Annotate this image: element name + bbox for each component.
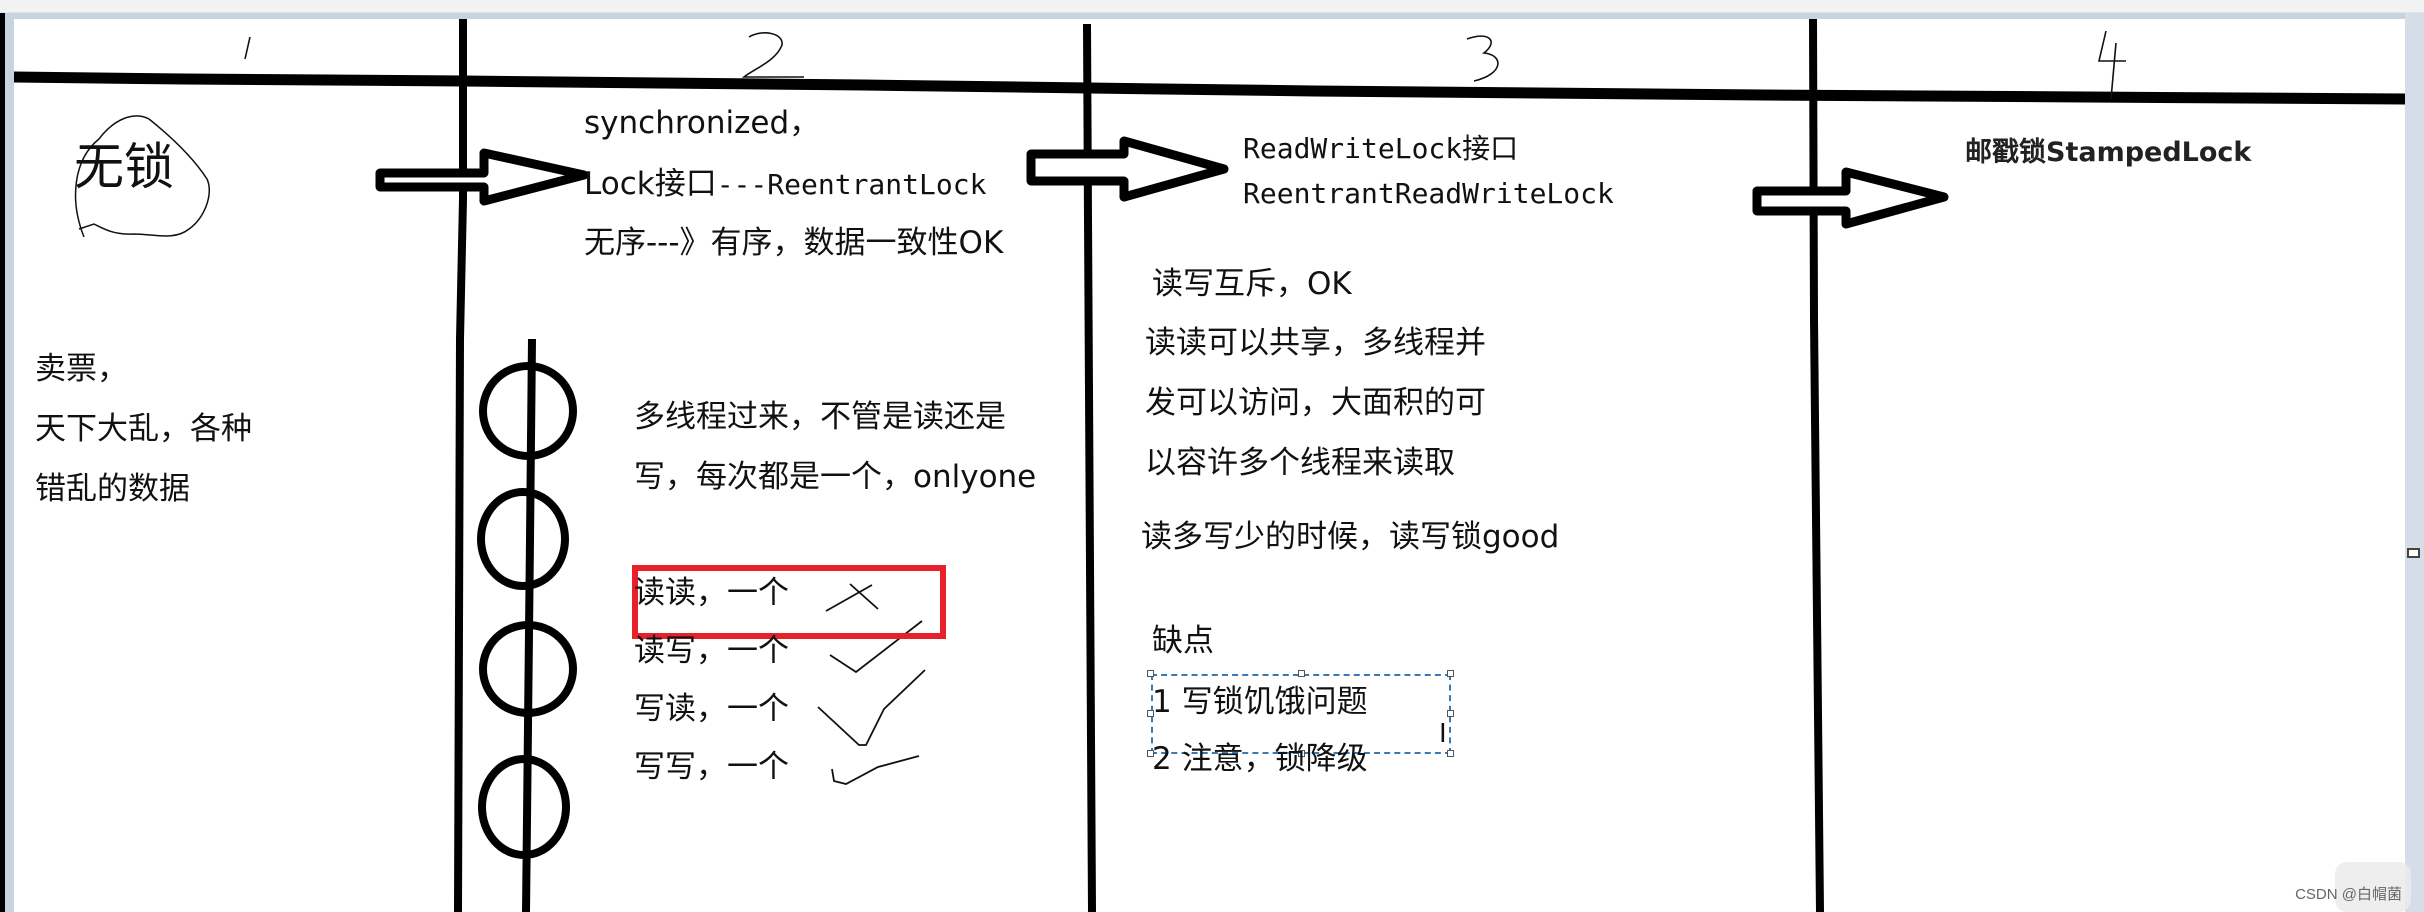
col2-header-line-3: 无序---》有序，数据一致性OK — [584, 225, 1004, 261]
selection-handle-mr[interactable] — [1447, 710, 1454, 717]
header-divider-line — [14, 71, 2405, 105]
col1-line-1: 卖票， — [35, 351, 128, 387]
col2-header-line-1: synchronized， — [584, 105, 821, 141]
col2-header-line-2: Lock接口---ReentrantLock — [584, 164, 986, 205]
left-edge — [0, 13, 5, 912]
check-mark-2 — [817, 669, 926, 746]
arrow-3-to-4 — [1752, 167, 1949, 229]
selection-handle-tc[interactable] — [1298, 670, 1305, 677]
arrow-2-to-3 — [1026, 136, 1229, 202]
arrow-1-to-2 — [375, 148, 589, 206]
lock-interface-label: Lock接口 — [584, 166, 717, 202]
text-cursor-icon: I — [1439, 719, 1447, 749]
col2-desc-line-2: 写，每次都是一个，onlyone — [634, 459, 1037, 495]
readwritelock-interface: ReadWriteLock接口 — [1243, 132, 1519, 165]
case-write-read: 写读，一个 — [634, 691, 789, 727]
canvas-resize-handle[interactable] — [2407, 548, 2420, 558]
check-mark-3 — [831, 755, 920, 785]
selection-handle-br[interactable] — [1447, 750, 1454, 757]
no-lock-title: 无锁 — [74, 138, 174, 196]
paint-canvas[interactable]: 1 2 3 4 无锁 卖票， 天下大乱，各种 错乱的数据 synchronize… — [14, 19, 2405, 912]
case-read-read: 读读，一个 — [634, 575, 789, 611]
column-divider-3 — [1809, 19, 1824, 912]
col3-desc-line-3: 发可以访问，大面积的可 — [1145, 385, 1486, 421]
col2-desc-line-1: 多线程过来，不管是读还是 — [634, 399, 1006, 435]
column-divider-1 — [454, 19, 467, 912]
reentrantlock-label: ---ReentrantLock — [716, 168, 987, 201]
thread-circle-2 — [477, 488, 569, 590]
cons-title: 缺点 — [1152, 623, 1214, 659]
con-item-1[interactable]: 1 写锁饥饿问题 — [1152, 682, 1368, 722]
col3-summary: 读多写少的时候，读写锁good — [1141, 519, 1560, 555]
vertical-scroll-area[interactable] — [2405, 13, 2424, 912]
col1-line-3: 错乱的数据 — [35, 471, 190, 507]
col1-line-2: 天下大乱，各种 — [35, 411, 252, 447]
title-bar-strip — [0, 0, 2424, 13]
col3-desc-line-4: 以容许多个线程来读取 — [1145, 445, 1455, 481]
case-write-write: 写写，一个 — [634, 749, 789, 785]
col3-desc-line-2: 读读可以共享，多线程并 — [1145, 325, 1486, 361]
stampedlock-title: 邮戳锁StampedLock — [1965, 137, 2252, 168]
selection-handle-tr[interactable] — [1447, 670, 1454, 677]
case-read-write: 读写，一个 — [634, 633, 789, 669]
col3-desc-line-1: 读写互斥，OK — [1152, 266, 1352, 302]
con-item-2: 2 注意，锁降级 — [1152, 741, 1368, 777]
watermark: CSDN @白帽菌 — [2295, 886, 2402, 903]
selection-handle-tl[interactable] — [1147, 670, 1154, 677]
reentrantreadwritelock-label: ReentrantReadWriteLock — [1243, 177, 1614, 210]
